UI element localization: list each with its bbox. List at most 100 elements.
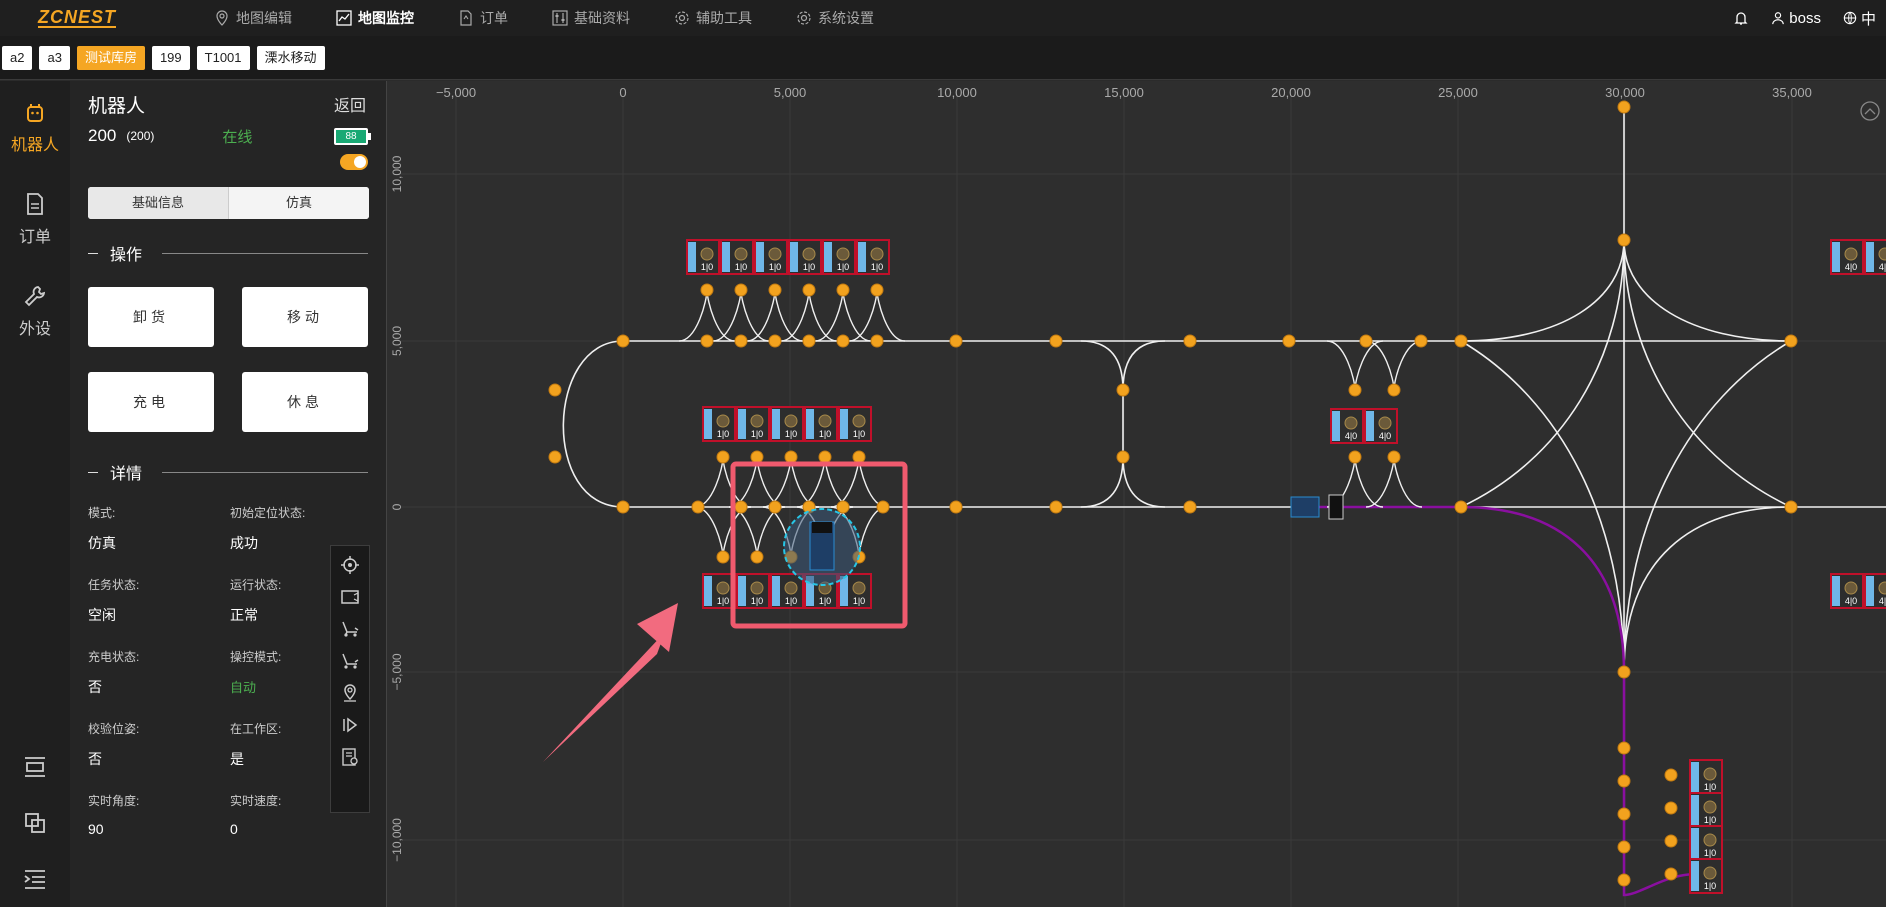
- tab-simulation[interactable]: 仿真: [229, 187, 369, 219]
- route-node[interactable]: [1049, 334, 1063, 348]
- route-node[interactable]: [1049, 500, 1063, 514]
- user-menu[interactable]: boss: [1771, 10, 1821, 27]
- forklift-up-button[interactable]: [339, 618, 361, 640]
- route-node[interactable]: [1183, 500, 1197, 514]
- route-node[interactable]: [1116, 383, 1130, 397]
- rack-cell[interactable]: 1|0: [1689, 825, 1723, 861]
- rack-cell[interactable]: 1|0: [856, 239, 890, 275]
- route-node[interactable]: [716, 450, 730, 464]
- notification-button[interactable]: [1733, 10, 1749, 26]
- robot-marker[interactable]: [783, 508, 861, 586]
- route-node[interactable]: [768, 334, 782, 348]
- rack-cell[interactable]: 1|0: [770, 406, 804, 442]
- route-node[interactable]: [768, 283, 782, 297]
- route-node[interactable]: [750, 450, 764, 464]
- route-node[interactable]: [949, 334, 963, 348]
- rack-cell[interactable]: 1|0: [686, 239, 720, 275]
- left-nav-orders[interactable]: 订单: [0, 173, 70, 265]
- nav-map-monitor[interactable]: 地图监控: [336, 0, 414, 36]
- nav-map-edit[interactable]: 地图编辑: [214, 0, 292, 36]
- tab-basic-info[interactable]: 基础信息: [88, 187, 229, 219]
- route-node[interactable]: [1617, 741, 1631, 755]
- rack-cell[interactable]: 4|0: [1364, 408, 1398, 444]
- route-node[interactable]: [616, 500, 630, 514]
- route-node[interactable]: [1387, 383, 1401, 397]
- route-node[interactable]: [818, 450, 832, 464]
- route-node[interactable]: [836, 500, 850, 514]
- route-node[interactable]: [1664, 867, 1678, 881]
- route-node[interactable]: [802, 334, 816, 348]
- route-node[interactable]: [870, 334, 884, 348]
- rack-cell[interactable]: 4|0: [1830, 573, 1864, 609]
- route-node[interactable]: [1617, 873, 1631, 887]
- back-button[interactable]: 返回: [334, 92, 366, 116]
- locate-button[interactable]: [339, 554, 361, 576]
- unload-button[interactable]: 卸货: [88, 287, 214, 347]
- rack-cell[interactable]: 4|0: [1330, 408, 1364, 444]
- route-node[interactable]: [949, 500, 963, 514]
- route-node[interactable]: [852, 450, 866, 464]
- route-node[interactable]: [734, 334, 748, 348]
- route-node[interactable]: [1664, 801, 1678, 815]
- forklift-down-button[interactable]: [339, 650, 361, 672]
- route-node[interactable]: [784, 450, 798, 464]
- route-node[interactable]: [836, 283, 850, 297]
- map-canvas[interactable]: −5,000 0 5,000 10,000 15,000 20,000 25,000 30,0…: [386, 81, 1886, 907]
- tag-199[interactable]: 199: [151, 45, 190, 70]
- align-button[interactable]: [0, 739, 70, 795]
- tag-lishui-mobile[interactable]: 溧水移动: [256, 45, 325, 70]
- route-node[interactable]: [1454, 500, 1468, 514]
- rack-cell[interactable]: 1|0: [736, 573, 770, 609]
- rack-cell[interactable]: 1|0: [770, 573, 804, 609]
- route-node[interactable]: [1282, 334, 1296, 348]
- route-node[interactable]: [616, 334, 630, 348]
- rack-cell[interactable]: 1|0: [822, 239, 856, 275]
- rack-cell[interactable]: 1|0: [838, 406, 872, 442]
- route-node[interactable]: [1387, 450, 1401, 464]
- map-svg[interactable]: −5,000 0 5,000 10,000 15,000 20,000 25,000 30,0…: [387, 81, 1886, 907]
- route-node[interactable]: [1359, 334, 1373, 348]
- route-node[interactable]: [870, 283, 884, 297]
- nav-system-settings[interactable]: 系统设置: [796, 0, 874, 36]
- charge-button[interactable]: 充电: [88, 372, 214, 432]
- nav-basic-data[interactable]: 基础资料: [552, 0, 630, 36]
- route-node[interactable]: [700, 283, 714, 297]
- rack-cell[interactable]: 1|0: [1689, 759, 1723, 795]
- route-node[interactable]: [1348, 383, 1362, 397]
- left-nav-robot[interactable]: 机器人: [0, 81, 70, 173]
- rest-button[interactable]: 休息: [242, 372, 368, 432]
- rack-cell[interactable]: 1|0: [754, 239, 788, 275]
- route-node[interactable]: [734, 283, 748, 297]
- rack-cell[interactable]: 1|0: [804, 406, 838, 442]
- rack-cell[interactable]: 4|0: [1864, 573, 1886, 609]
- robot-marker-2[interactable]: [1290, 494, 1344, 520]
- camera-button[interactable]: [339, 586, 361, 608]
- tag-a3[interactable]: a3: [39, 45, 70, 70]
- route-node[interactable]: [1784, 500, 1798, 514]
- route-node[interactable]: [1617, 807, 1631, 821]
- route-node[interactable]: [836, 334, 850, 348]
- route-node[interactable]: [1664, 768, 1678, 782]
- tag-t1001[interactable]: T1001: [196, 45, 250, 70]
- route-node[interactable]: [734, 500, 748, 514]
- rack-cell[interactable]: 1|0: [1689, 792, 1723, 828]
- route-node[interactable]: [1116, 450, 1130, 464]
- route-node[interactable]: [548, 450, 562, 464]
- rack-cell[interactable]: 4|0: [1864, 239, 1886, 275]
- route-node[interactable]: [716, 550, 730, 564]
- rack-cell[interactable]: 1|0: [788, 239, 822, 275]
- route-node[interactable]: [1617, 233, 1631, 247]
- rack-cell[interactable]: 1|0: [736, 406, 770, 442]
- route-node[interactable]: [1454, 334, 1468, 348]
- route-node[interactable]: [1348, 450, 1362, 464]
- route-node[interactable]: [1617, 774, 1631, 788]
- robot-enable-toggle[interactable]: [340, 154, 368, 170]
- route-node[interactable]: [1617, 665, 1631, 679]
- route-node[interactable]: [691, 500, 705, 514]
- rack-cell[interactable]: 1|0: [702, 573, 736, 609]
- rack-cell[interactable]: 4|0: [1830, 239, 1864, 275]
- nav-orders[interactable]: 订单: [458, 0, 508, 36]
- left-nav-peripherals[interactable]: 外设: [0, 265, 70, 357]
- route-node[interactable]: [876, 500, 890, 514]
- route-node[interactable]: [1183, 334, 1197, 348]
